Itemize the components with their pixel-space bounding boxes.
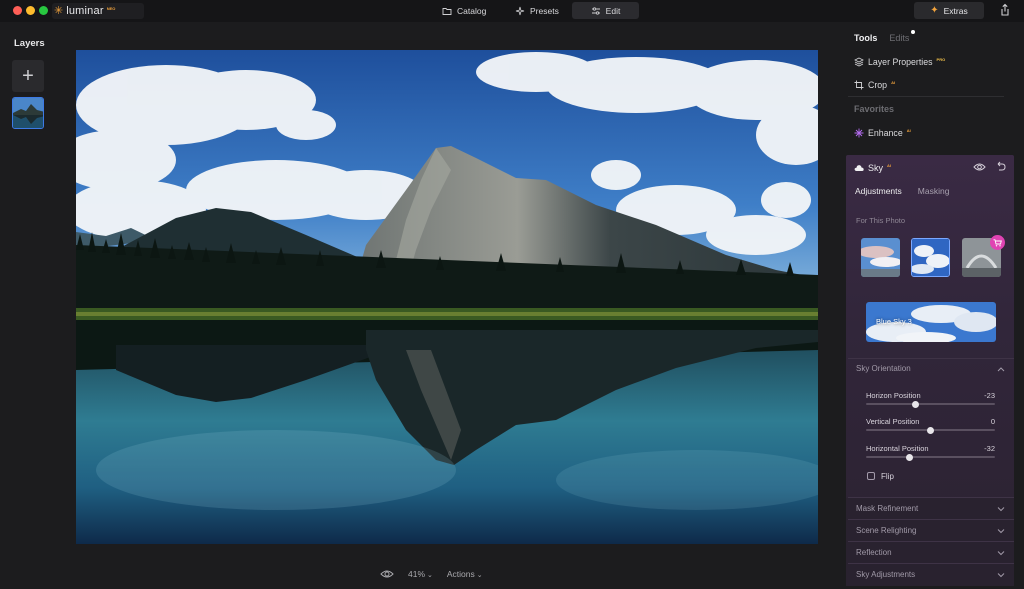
tool-crop[interactable]: Crop AI (854, 78, 895, 92)
extras-label: Extras (943, 5, 968, 16)
vertical-position-label: Vertical Position (866, 417, 920, 426)
app-badge: NEO (106, 5, 116, 11)
zoom-window-button[interactable] (39, 6, 48, 15)
flip-label: Flip (881, 472, 894, 481)
ai-badge: AI (891, 80, 896, 85)
luminar-star-icon: ✳ (54, 4, 64, 17)
sky-suggestion-image (912, 239, 949, 276)
crop-icon (854, 80, 864, 90)
tab-catalog-label: Catalog (457, 5, 487, 16)
close-window-button[interactable] (13, 6, 22, 15)
app-logo: ✳ luminar NEO (52, 3, 144, 19)
reset-undo-icon[interactable] (995, 161, 1006, 172)
section-reflection[interactable]: Reflection (856, 548, 892, 557)
plus-icon: + (22, 65, 34, 87)
tab-masking[interactable]: Masking (918, 186, 950, 196)
enhance-sparkle-icon (854, 128, 864, 138)
layers-icon (854, 57, 864, 67)
tab-catalog[interactable]: Catalog (430, 2, 498, 19)
horizontal-position-value: -32 (984, 444, 995, 453)
tab-edit-label: Edit (605, 5, 621, 16)
layer-thumbnail-image (13, 98, 43, 128)
section-mask-refinement[interactable]: Mask Refinement (856, 504, 918, 513)
flip-checkbox[interactable] (867, 472, 875, 480)
layers-title: Layers (14, 38, 45, 49)
selected-sky-name: Blue Sky 3 (876, 317, 912, 326)
tool-layer-properties[interactable]: Layer Properties PRO (854, 55, 945, 69)
chevron-down-icon: ⌄ (476, 572, 483, 579)
for-this-photo-label: For This Photo (856, 216, 906, 225)
app-name: luminar (66, 5, 104, 17)
sky-subtabs: Adjustments Masking (855, 186, 949, 196)
sky-tool-header[interactable]: Sky AI (854, 162, 891, 174)
cloud-icon (854, 165, 864, 171)
ai-badge: AI (906, 128, 911, 133)
tab-adjustments[interactable]: Adjustments (855, 186, 902, 196)
landscape-photo (76, 50, 818, 544)
tool-enhance[interactable]: Enhance AI (854, 126, 911, 140)
chevron-down-icon[interactable] (997, 528, 1005, 534)
chevron-down-icon[interactable] (997, 572, 1005, 578)
tab-edits[interactable]: Edits (889, 30, 916, 43)
layer-properties-label: Layer Properties (868, 57, 933, 67)
chevron-down-icon: ⌄ (427, 572, 433, 579)
sky-suggestion-image (861, 238, 900, 277)
puzzle-icon: ✦ (930, 4, 939, 16)
panel-divider (848, 96, 1004, 97)
section-divider (848, 358, 1014, 359)
zoom-dropdown[interactable]: 41% ⌄ (408, 569, 433, 579)
minimize-window-button[interactable] (26, 6, 35, 15)
horizon-position-value: -23 (984, 391, 995, 400)
sky-selection-dropdown[interactable]: Blue Sky 3 (866, 302, 996, 342)
enhance-label: Enhance (868, 128, 903, 138)
tab-edit[interactable]: Edit (572, 2, 639, 19)
sky-marketplace-cart-button[interactable] (990, 235, 1005, 250)
layer-thumbnail[interactable] (12, 97, 44, 129)
favorites-title: Favorites (854, 104, 895, 114)
panel-tabs: Tools Edits (854, 30, 916, 43)
horizontal-position-slider[interactable] (866, 453, 995, 461)
slider-handle[interactable] (906, 453, 914, 461)
vertical-position-value: 0 (990, 417, 995, 426)
actions-label: Actions (446, 569, 475, 579)
slider-handle[interactable] (912, 400, 920, 408)
photo-canvas[interactable] (76, 50, 818, 544)
sky-suggestion-2[interactable] (911, 238, 950, 277)
ai-badge: AI (887, 163, 892, 168)
vertical-position-slider[interactable] (866, 426, 995, 434)
sky-title: Sky (868, 163, 884, 173)
horizon-position-label: Horizon Position (866, 391, 921, 400)
section-sky-orientation[interactable]: Sky Orientation (856, 364, 911, 373)
pro-badge: PRO (936, 57, 946, 62)
tab-presets-label: Presets (530, 5, 559, 16)
canvas-toolbar: 41% ⌄ Actions ⌄ (380, 566, 483, 582)
tab-presets[interactable]: Presets (503, 2, 571, 19)
section-sky-adjustments[interactable]: Sky Adjustments (856, 570, 915, 579)
zoom-level: 41% (408, 569, 426, 579)
horizon-position-slider[interactable] (866, 400, 995, 408)
tab-tools[interactable]: Tools (854, 33, 877, 43)
sparkle-icon (515, 6, 525, 15)
chevron-up-icon[interactable] (997, 366, 1005, 372)
extras-button[interactable]: ✦ Extras (914, 2, 984, 19)
chevron-down-icon[interactable] (997, 550, 1005, 556)
section-scene-relighting[interactable]: Scene Relighting (856, 526, 916, 535)
actions-dropdown[interactable]: Actions ⌄ (447, 569, 483, 579)
slider-handle[interactable] (927, 426, 934, 434)
add-layer-button[interactable]: + (12, 60, 44, 92)
compare-eye-icon[interactable] (380, 569, 394, 579)
horizontal-position-label: Horizontal Position (866, 444, 929, 453)
sky-suggestion-1[interactable] (861, 238, 900, 277)
sliders-icon (591, 6, 600, 15)
cart-icon (993, 238, 1002, 246)
tab-edits-label: Edits (889, 33, 910, 43)
visibility-eye-icon[interactable] (973, 162, 986, 172)
chevron-down-icon[interactable] (997, 506, 1005, 512)
folder-icon (442, 7, 452, 15)
crop-label: Crop (868, 80, 888, 90)
edits-indicator-dot (911, 30, 916, 34)
share-icon[interactable] (998, 3, 1012, 17)
title-bar: ✳ luminar NEO Catalog Presets Edit ✦ Ext… (0, 0, 1024, 22)
